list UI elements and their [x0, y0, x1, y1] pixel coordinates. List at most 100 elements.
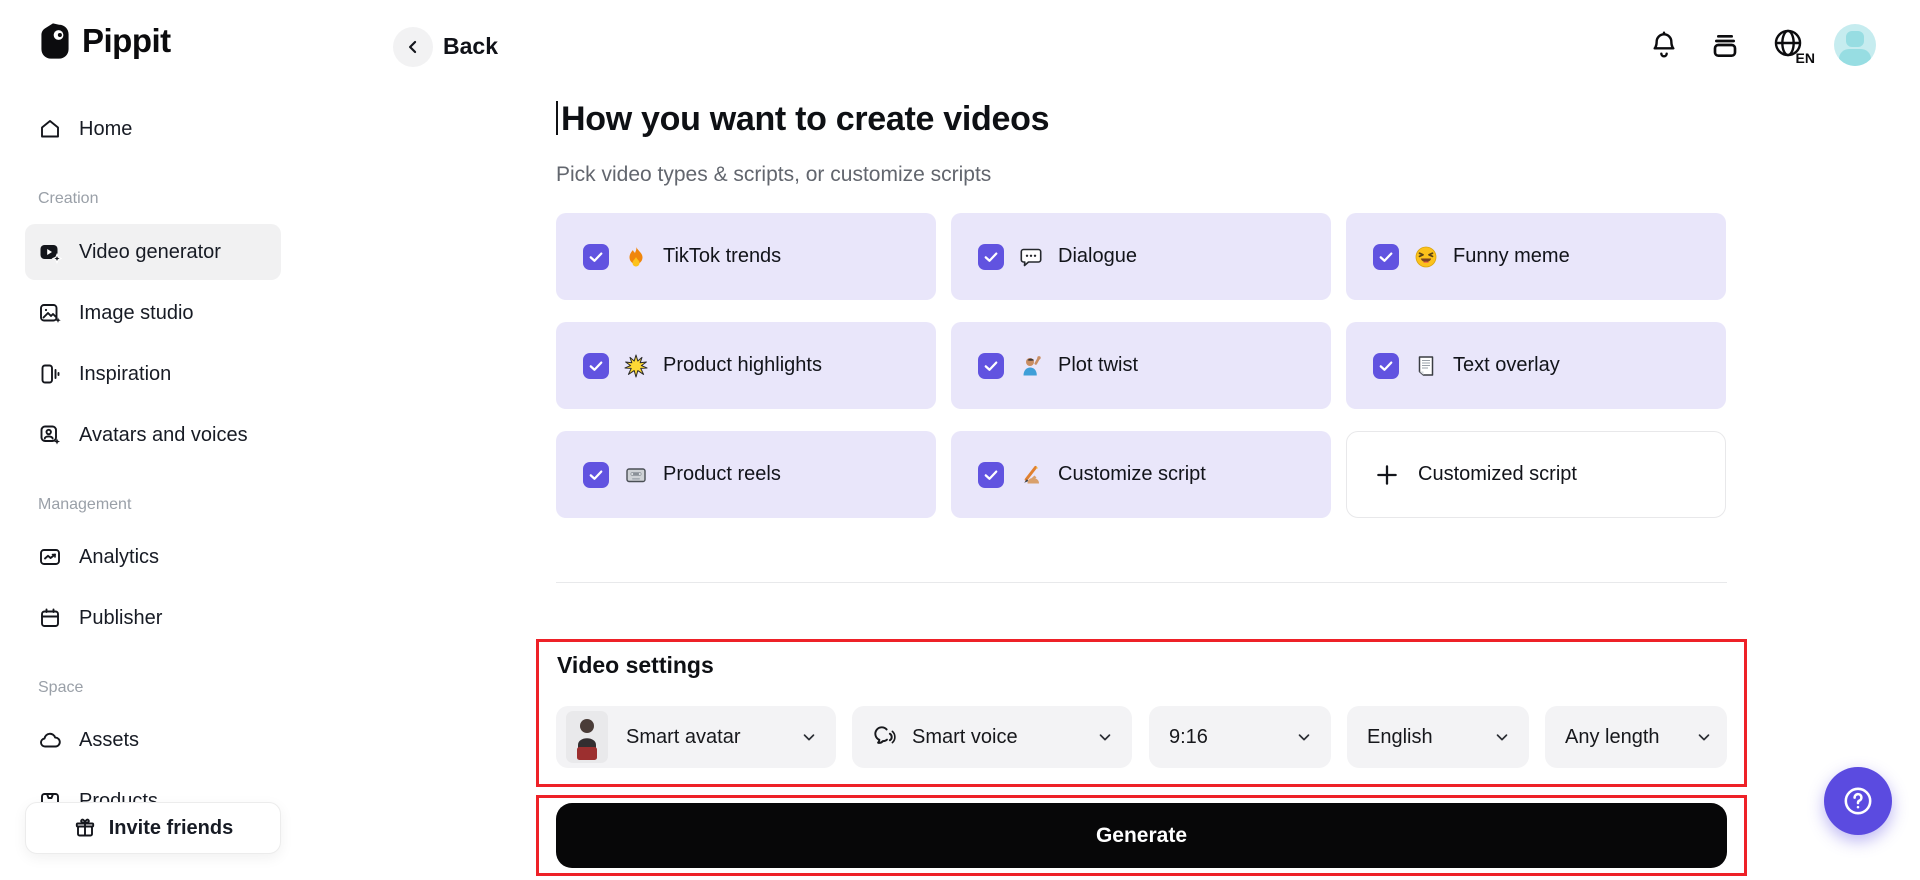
sidebar-item-label: Avatars and voices: [79, 424, 248, 447]
sidebar-item-label: Publisher: [79, 607, 162, 630]
billing-card-icon[interactable]: [1709, 29, 1741, 61]
avatar-silhouette: [1846, 31, 1864, 47]
sidebar-item-video-generator[interactable]: Video generator: [25, 224, 281, 280]
dropdown-value: Smart voice: [912, 726, 1018, 749]
chevron-down-icon: [1695, 728, 1713, 746]
checkbox-checked[interactable]: [583, 462, 609, 488]
home-icon: [38, 117, 62, 141]
laughing-emoji-icon: [1414, 245, 1438, 269]
generate-button[interactable]: Generate: [556, 803, 1727, 868]
dropdown-value: English: [1367, 726, 1433, 749]
avatars-voices-icon: [38, 423, 62, 447]
help-button[interactable]: [1824, 767, 1892, 835]
chevron-down-icon: [1493, 728, 1511, 746]
app-logo[interactable]: Pippit: [38, 22, 171, 60]
video-generator-icon: [38, 240, 62, 264]
customized-script-label: Customized script: [1418, 463, 1577, 486]
video-type-label: Dialogue: [1058, 245, 1137, 268]
fire-emoji-icon: [624, 245, 648, 269]
sidebar-item-label: Analytics: [79, 546, 159, 569]
checkbox-checked[interactable]: [978, 462, 1004, 488]
video-type-plot-twist[interactable]: Plot twist: [951, 322, 1331, 409]
sidebar: Pippit Home Creation Video generator: [0, 0, 306, 880]
checkbox-checked[interactable]: [1373, 244, 1399, 270]
question-mark-icon: [1841, 784, 1875, 818]
video-type-label: Product reels: [663, 463, 781, 486]
analytics-icon: [38, 545, 62, 569]
sidebar-item-analytics[interactable]: Analytics: [25, 533, 281, 581]
plus-icon: [1374, 462, 1400, 488]
avatar-thumbnail: [566, 711, 608, 763]
page-subtitle: Pick video types & scripts, or customize…: [556, 163, 991, 187]
video-type-product-highlights[interactable]: Product highlights: [556, 322, 936, 409]
language-label: EN: [1796, 50, 1815, 66]
sidebar-item-label: Image studio: [79, 302, 194, 325]
sidebar-item-home[interactable]: Home: [25, 105, 281, 153]
video-type-tiktok-trends[interactable]: TikTok trends: [556, 213, 936, 300]
checkbox-checked[interactable]: [1373, 353, 1399, 379]
writing-hand-emoji-icon: [1019, 463, 1043, 487]
sidebar-item-label: Home: [79, 118, 132, 141]
video-type-funny-meme[interactable]: Funny meme: [1346, 213, 1726, 300]
sidebar-section-management: Management: [38, 496, 131, 514]
sidebar-section-creation: Creation: [38, 190, 98, 208]
user-avatar[interactable]: [1834, 24, 1876, 66]
video-type-text-overlay[interactable]: Text overlay: [1346, 322, 1726, 409]
inspiration-icon: [38, 362, 62, 386]
section-divider: [556, 582, 1727, 583]
customized-script-add-button[interactable]: Customized script: [1346, 431, 1726, 518]
video-type-label: Text overlay: [1453, 354, 1560, 377]
page-title: How you want to create videos: [556, 100, 1049, 139]
speech-bubble-emoji-icon: [1019, 245, 1043, 269]
chevron-down-icon: [800, 728, 818, 746]
video-type-label: Customize script: [1058, 463, 1206, 486]
sidebar-item-inspiration[interactable]: Inspiration: [25, 350, 281, 398]
aspect-ratio-dropdown[interactable]: 9:16: [1149, 706, 1331, 768]
sidebar-item-assets[interactable]: Assets: [25, 716, 281, 764]
page-emoji-icon: [1414, 354, 1438, 378]
invite-friends-button[interactable]: Invite friends: [25, 802, 281, 854]
checkbox-checked[interactable]: [583, 353, 609, 379]
publisher-calendar-icon: [38, 606, 62, 630]
chevron-left-icon: [403, 37, 423, 57]
checkbox-checked[interactable]: [583, 244, 609, 270]
video-type-label: Product highlights: [663, 354, 822, 377]
checkbox-checked[interactable]: [978, 244, 1004, 270]
video-type-product-reels[interactable]: Product reels: [556, 431, 936, 518]
chevron-down-icon: [1295, 728, 1313, 746]
dropdown-value: Any length: [1565, 726, 1660, 749]
smart-avatar-dropdown[interactable]: Smart avatar: [556, 706, 836, 768]
checkbox-checked[interactable]: [978, 353, 1004, 379]
app-name: Pippit: [82, 22, 171, 60]
sidebar-item-publisher[interactable]: Publisher: [25, 594, 281, 642]
starburst-emoji-icon: [624, 354, 648, 378]
notification-bell-icon[interactable]: [1648, 29, 1680, 61]
video-type-label: Funny meme: [1453, 245, 1570, 268]
sidebar-item-image-studio[interactable]: Image studio: [25, 289, 281, 337]
video-type-label: Plot twist: [1058, 354, 1138, 377]
globe-language-icon[interactable]: EN: [1771, 26, 1811, 64]
sidebar-item-avatars-and-voices[interactable]: Avatars and voices: [25, 411, 281, 459]
pippit-owl-logo-icon: [38, 22, 72, 60]
invite-friends-label: Invite friends: [109, 817, 233, 840]
generate-label: Generate: [1096, 824, 1187, 848]
video-type-label: TikTok trends: [663, 245, 781, 268]
sidebar-item-label: Assets: [79, 729, 139, 752]
smart-voice-dropdown[interactable]: Smart voice: [852, 706, 1132, 768]
back-button[interactable]: [393, 27, 433, 67]
voice-speaking-head-icon: [872, 724, 898, 750]
gift-icon: [73, 816, 97, 840]
dropdown-value: 9:16: [1169, 726, 1208, 749]
text-cursor: [556, 101, 558, 135]
video-cassette-emoji-icon: [624, 463, 648, 487]
person-raising-hand-emoji-icon: [1019, 354, 1043, 378]
video-settings-title: Video settings: [557, 652, 714, 679]
video-length-dropdown[interactable]: Any length: [1545, 706, 1727, 768]
assets-cloud-icon: [38, 728, 62, 752]
avatar-silhouette: [1839, 49, 1871, 66]
back-label[interactable]: Back: [443, 33, 498, 60]
language-dropdown[interactable]: English: [1347, 706, 1529, 768]
dropdown-value: Smart avatar: [626, 726, 740, 749]
video-type-dialogue[interactable]: Dialogue: [951, 213, 1331, 300]
video-type-customize-script[interactable]: Customize script: [951, 431, 1331, 518]
